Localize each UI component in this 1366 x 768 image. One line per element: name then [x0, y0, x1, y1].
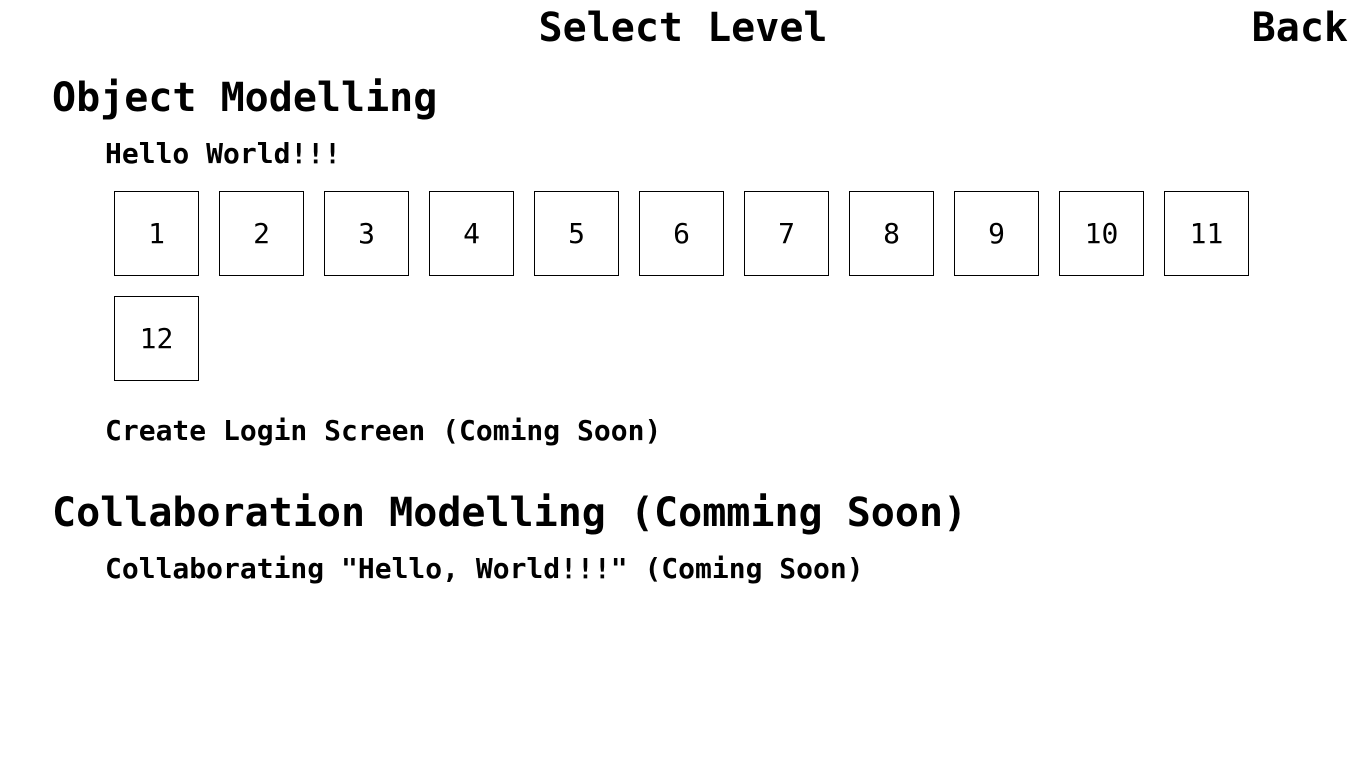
level-button-11[interactable]: 11: [1164, 191, 1249, 276]
back-button[interactable]: Back: [1252, 4, 1348, 52]
level-button-4[interactable]: 4: [429, 191, 514, 276]
section-heading-collaboration-modelling: Collaboration Modelling (Comming Soon): [52, 490, 968, 536]
level-button-7[interactable]: 7: [744, 191, 829, 276]
level-button-3[interactable]: 3: [324, 191, 409, 276]
level-button-2[interactable]: 2: [219, 191, 304, 276]
level-button-6[interactable]: 6: [639, 191, 724, 276]
section-heading-object-modelling: Object Modelling: [52, 75, 438, 121]
level-button-9[interactable]: 9: [954, 191, 1039, 276]
level-button-8[interactable]: 8: [849, 191, 934, 276]
level-button-1[interactable]: 1: [114, 191, 199, 276]
level-button-12[interactable]: 12: [114, 296, 199, 381]
level-button-5[interactable]: 5: [534, 191, 619, 276]
level-button-10[interactable]: 10: [1059, 191, 1144, 276]
level-group-collaborating-hello-world: Collaborating "Hello, World!!!" (Coming …: [105, 552, 864, 585]
level-group-hello-world: Hello World!!!: [105, 137, 342, 170]
level-select-screen: Select Level Back Object Modelling Hello…: [0, 0, 1366, 768]
level-group-create-login-screen: Create Login Screen (Coming Soon): [105, 414, 662, 447]
page-title: Select Level: [538, 5, 828, 51]
